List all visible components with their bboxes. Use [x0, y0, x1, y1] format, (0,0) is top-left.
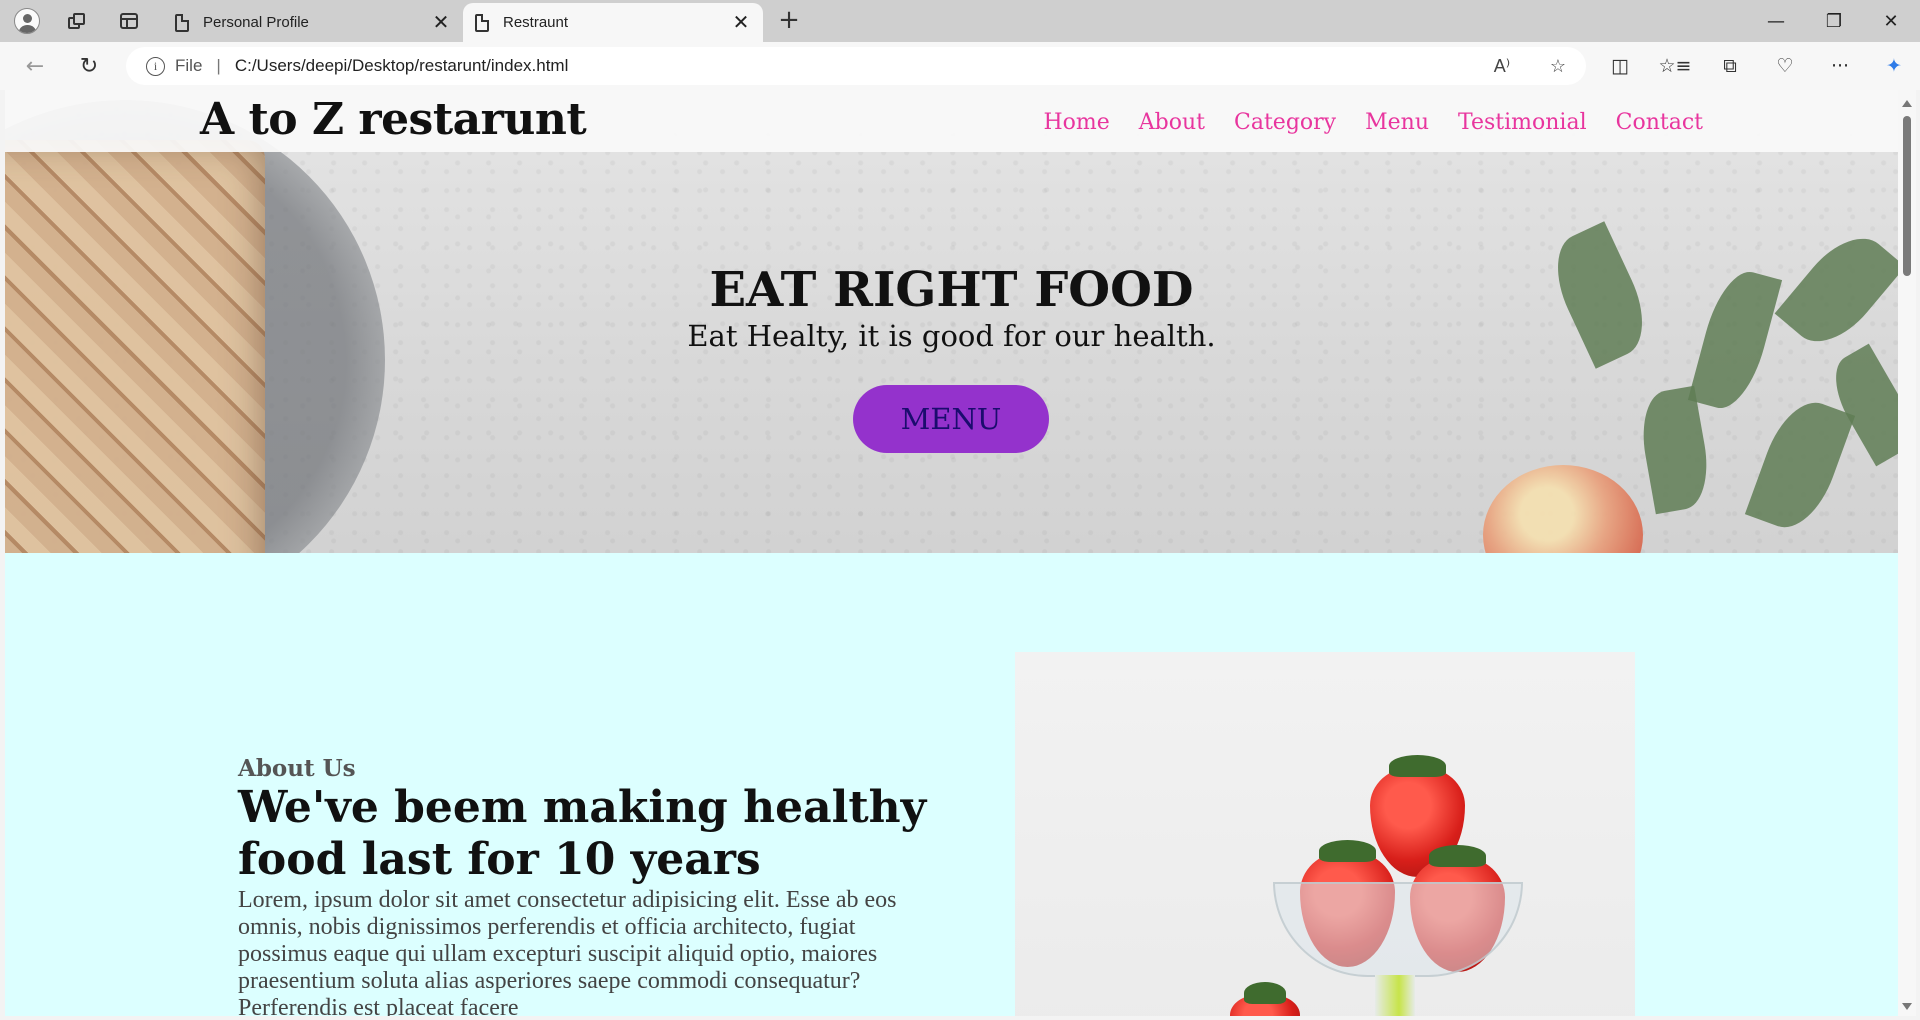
main-nav: Home About Category Menu Testimonial Con…	[1043, 110, 1703, 135]
reload-button[interactable]: ↻	[71, 50, 107, 82]
minimize-button[interactable]: —	[1747, 0, 1805, 42]
nav-about[interactable]: About	[1139, 110, 1205, 135]
page-icon	[475, 13, 489, 32]
nav-menu[interactable]: Menu	[1365, 110, 1429, 135]
close-tab-icon[interactable]: ✕	[431, 10, 451, 35]
favorites-icon[interactable]: ☆≡	[1655, 50, 1695, 82]
strawberries-image	[1015, 652, 1635, 1016]
menu-button[interactable]: MENU	[853, 385, 1049, 453]
scroll-down-arrow-icon[interactable]	[1902, 1003, 1912, 1010]
nav-testimonial[interactable]: Testimonial	[1458, 110, 1587, 135]
tab-title: Personal Profile	[203, 14, 309, 31]
tab-title: Restraunt	[503, 14, 569, 31]
collections-icon[interactable]: ⧉	[1710, 50, 1750, 82]
copilot-icon[interactable]: ✦	[1874, 50, 1914, 82]
hero-section: EAT RIGHT FOOD Eat Healty, it is good fo…	[5, 90, 1898, 553]
close-tab-icon[interactable]: ✕	[731, 10, 751, 35]
about-heading: We've beem making healthy food last for …	[238, 782, 927, 885]
hero-subtitle: Eat Healty, it is good for our health.	[687, 319, 1216, 353]
url-separator: |	[216, 56, 221, 75]
site-info-icon[interactable]: i	[146, 56, 165, 76]
read-aloud-icon[interactable]: A⁾	[1474, 56, 1530, 77]
back-button[interactable]: ←	[17, 50, 53, 82]
nav-category[interactable]: Category	[1234, 110, 1336, 135]
bowl-stem	[1375, 975, 1415, 1016]
site-logo[interactable]: A to Z restarunt	[200, 94, 587, 145]
scroll-thumb[interactable]	[1903, 116, 1911, 276]
nav-home[interactable]: Home	[1043, 110, 1109, 135]
restore-button[interactable]: ❐	[1805, 0, 1863, 42]
browser-tab-strip: Personal Profile ✕ Restraunt ✕ + — ❐ ✕	[0, 0, 1920, 42]
tab-personal-profile[interactable]: Personal Profile ✕	[163, 3, 463, 42]
page-viewport: EAT RIGHT FOOD Eat Healty, it is good fo…	[5, 90, 1898, 1016]
nav-contact[interactable]: Contact	[1616, 110, 1703, 135]
address-toolbar: ← ↻ i File | C:/Users/deepi/Desktop/rest…	[0, 42, 1920, 90]
scheme-label: File	[175, 56, 203, 75]
page-scrollbar[interactable]	[1898, 90, 1916, 1016]
strawberry	[1230, 982, 1300, 1016]
site-header: A to Z restarunt Home About Category Men…	[5, 90, 1898, 152]
new-tab-button[interactable]: +	[773, 6, 805, 36]
address-bar[interactable]: i File | C:/Users/deepi/Desktop/restarun…	[126, 47, 1586, 85]
tab-actions-icon[interactable]	[110, 7, 148, 35]
hero-title: EAT RIGHT FOOD	[709, 262, 1194, 318]
tab-restraunt[interactable]: Restraunt ✕	[463, 3, 763, 42]
profile-icon[interactable]	[8, 7, 46, 35]
scroll-up-arrow-icon[interactable]	[1902, 100, 1912, 107]
window-close-button[interactable]: ✕	[1862, 0, 1920, 42]
split-screen-icon[interactable]: ◫	[1600, 50, 1640, 82]
about-label: About Us	[238, 755, 356, 782]
more-menu-icon[interactable]: ···	[1820, 50, 1860, 82]
url-text[interactable]: C:/Users/deepi/Desktop/restarunt/index.h…	[235, 56, 1474, 76]
glass-bowl	[1273, 882, 1523, 977]
browser-essentials-icon[interactable]: ♡	[1765, 50, 1805, 82]
workspaces-icon[interactable]	[58, 7, 96, 35]
about-text: Lorem, ipsum dolor sit amet consectetur …	[238, 887, 897, 1016]
page-icon	[175, 13, 189, 32]
favorite-star-icon[interactable]: ☆	[1530, 56, 1586, 77]
